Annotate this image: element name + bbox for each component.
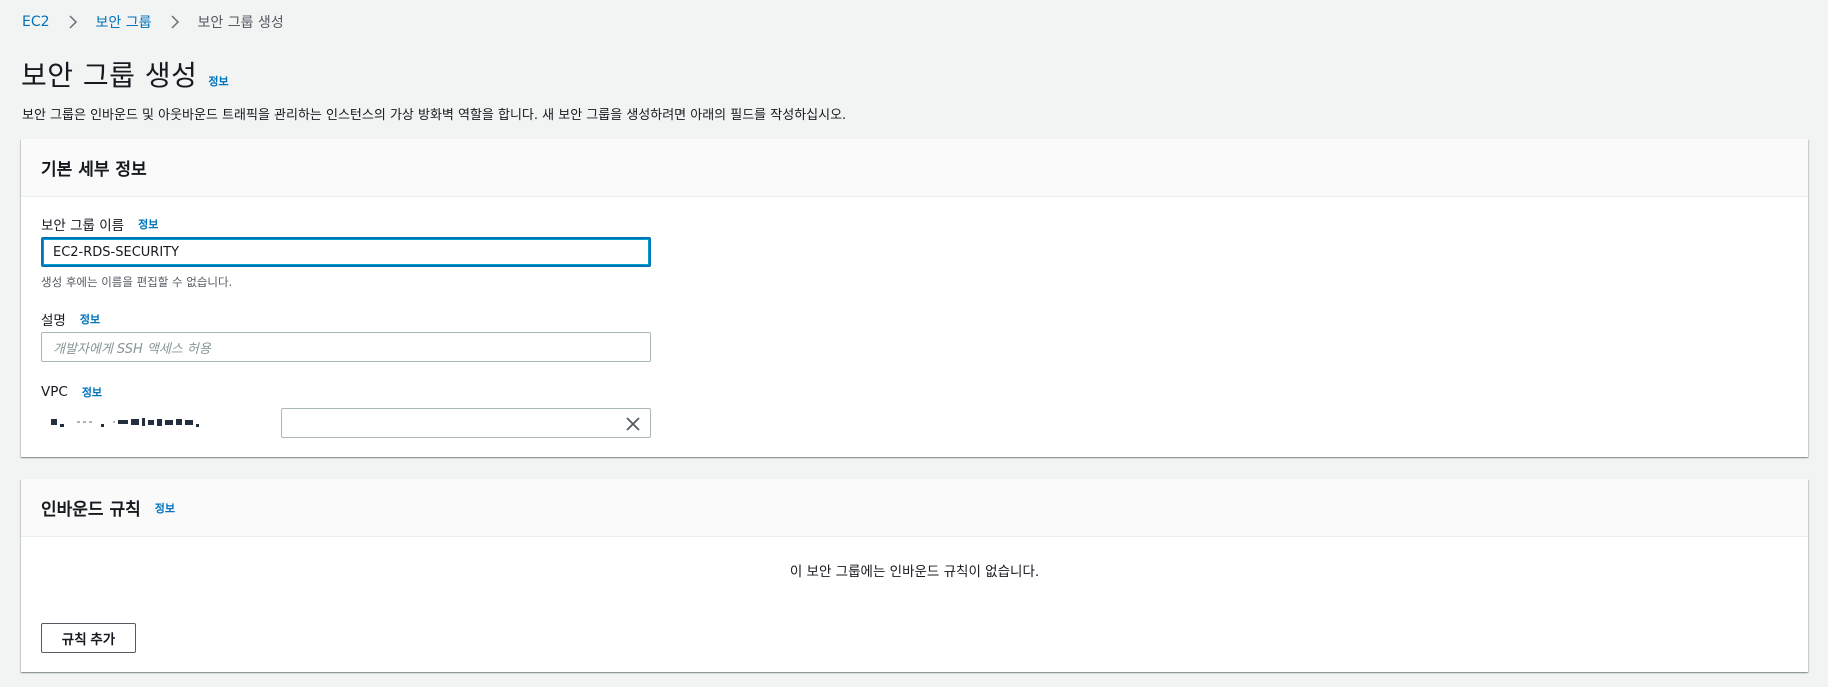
inbound-rules-title: 인바운드 규칙 [41,500,141,520]
inbound-rules-empty-message: 이 보안 그룹에는 인바운드 규칙이 없습니다. [789,564,1040,580]
breadcrumb: EC2 보안 그룹 보안 그룹 생성 [22,12,284,32]
basic-details-title: 기본 세부 정보 [41,160,147,180]
description-input[interactable]: 개발자에게 SSH 액세스 허용 [41,332,651,362]
name-info-link[interactable]: 정보 [138,216,158,232]
chevron-right-icon [162,12,188,32]
description-info-link[interactable]: 정보 [80,311,100,327]
name-hint: 생성 후에는 이름을 편집할 수 없습니다. [41,275,233,289]
breadcrumb-current: 보안 그룹 생성 [197,15,284,31]
page-description: 보안 그룹은 인바운드 및 아웃바운드 트래픽을 관리하는 인스턴스의 가상 방… [22,108,847,123]
page-header: 보안 그룹 생성 정보 [21,54,229,94]
vpc-label-row: VPC 정보 [41,384,102,400]
basic-details-header: 기본 세부 정보 [21,139,1808,197]
vpc-label: VPC [41,384,68,400]
close-icon[interactable] [624,415,642,433]
chevron-right-icon [60,12,86,32]
breadcrumb-ec2[interactable]: EC2 [22,14,50,30]
inbound-rules-panel: 인바운드 규칙 정보 이 보안 그룹에는 인바운드 규칙이 없습니다. 규칙 추… [21,479,1808,672]
vpc-select[interactable] [41,406,651,438]
page-title: 보안 그룹 생성 [21,59,198,92]
basic-details-panel: 기본 세부 정보 보안 그룹 이름 정보 EC2-RDS-SECURITY 생성… [21,139,1808,457]
name-label-row: 보안 그룹 이름 정보 [41,214,158,234]
description-label-row: 설명 정보 [41,309,100,329]
add-rule-button[interactable]: 규칙 추가 [41,623,136,653]
description-label: 설명 [41,313,66,329]
page-info-link[interactable]: 정보 [208,73,228,89]
vpc-redacted-value [51,414,241,430]
inbound-rules-info-link[interactable]: 정보 [155,500,175,516]
page: EC2 보안 그룹 보안 그룹 생성 보안 그룹 생성 정보 보안 그룹은 인바… [0,0,1828,687]
vpc-select-box[interactable] [281,408,651,438]
name-label: 보안 그룹 이름 [41,218,125,234]
vpc-info-link[interactable]: 정보 [82,384,102,400]
breadcrumb-security-groups[interactable]: 보안 그룹 [96,12,152,32]
inbound-rules-header: 인바운드 규칙 정보 [21,479,1808,537]
security-group-name-input[interactable]: EC2-RDS-SECURITY [41,237,651,267]
